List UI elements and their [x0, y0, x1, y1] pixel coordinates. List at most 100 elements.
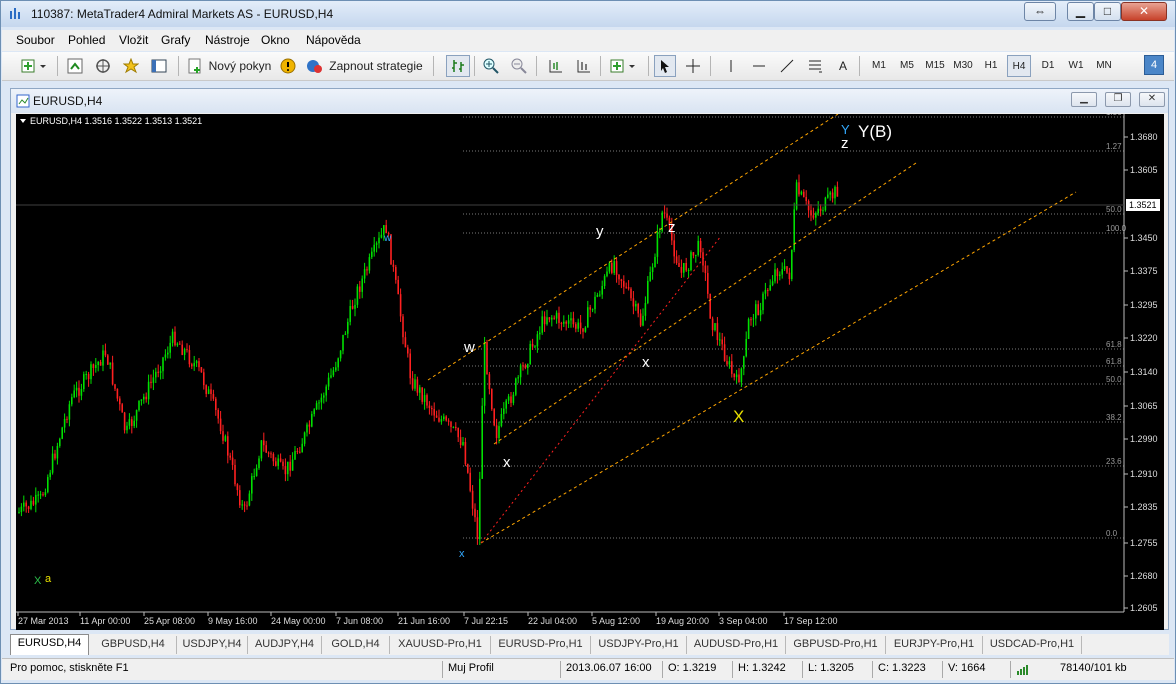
candle-body [27, 506, 30, 509]
zoom-in-icon[interactable] [480, 55, 502, 77]
text-tool-button[interactable]: A [832, 55, 854, 77]
crosshair-icon[interactable] [682, 55, 704, 77]
price-tick-label: 1.3605 [1130, 165, 1158, 175]
zoom-out-icon[interactable] [508, 55, 530, 77]
candle-body [56, 445, 59, 459]
candle-body [546, 317, 548, 325]
timeframe-d1[interactable]: D1 [1036, 55, 1060, 77]
candle-body [140, 399, 143, 401]
connection-icon [1017, 665, 1028, 675]
tab-audusd-pro-h1[interactable]: AUDUSD-Pro,H1 [687, 636, 786, 654]
candle-body [114, 384, 116, 389]
tab-usdcad-pro-h1[interactable]: USDCAD-Pro,H1 [983, 636, 1082, 654]
candle-body [483, 342, 486, 406]
market-watch-icon[interactable] [64, 55, 86, 77]
timeframe-h1[interactable]: H1 [979, 55, 1003, 77]
tab-gbpusd-h4[interactable]: GBPUSD,H4 [90, 636, 177, 654]
menu-napoveda[interactable]: Nápověda [306, 33, 361, 47]
status-profile[interactable]: Muj Profil [448, 662, 494, 674]
terminal-icon[interactable] [148, 55, 170, 77]
tab-usdjpy-pro-h1[interactable]: USDJPY-Pro,H1 [591, 636, 687, 654]
candle-body [227, 436, 229, 456]
tab-gbpusd-pro-h1[interactable]: GBPUSD-Pro,H1 [786, 636, 886, 654]
price-tick-label: 1.2605 [1130, 603, 1158, 613]
candle-body [150, 381, 152, 383]
candle-body [37, 494, 39, 496]
tab-xauusd-pro-h1[interactable]: XAUUSD-Pro,H1 [390, 636, 491, 654]
tab-eurusd-pro-h1[interactable]: EURUSD-Pro,H1 [491, 636, 591, 654]
auto-scroll-icon[interactable] [572, 55, 594, 77]
candle-body [138, 400, 140, 411]
chart-shift-icon[interactable] [544, 55, 566, 77]
candle-body [596, 295, 599, 297]
menu-grafy[interactable]: Grafy [161, 33, 190, 47]
menu-soubor[interactable]: Soubor [16, 33, 55, 47]
candle-body [315, 403, 318, 410]
restore-dual-icon[interactable]: ⇔ [1024, 2, 1056, 21]
maximize-button[interactable]: □ [1094, 2, 1121, 21]
price-chart[interactable]: 1.36 1.27 50.0 100.0 61.8 61.8 50.0 38.2 23.6 0.0… [16, 108, 1164, 630]
candle-body [39, 494, 42, 496]
navigator-icon[interactable] [92, 55, 114, 77]
menu-pohled[interactable]: Pohled [68, 33, 105, 47]
candle-body [351, 306, 354, 309]
menu-okno[interactable]: Okno [261, 33, 290, 47]
timeframe-h4[interactable]: H4 [1007, 55, 1031, 77]
candle-body [375, 243, 378, 245]
tab-eurusd-h4[interactable]: EURUSD,H4 [10, 634, 89, 655]
tab-usdjpy-h4[interactable]: USDJPY,H4 [177, 636, 248, 654]
candle-body [690, 252, 692, 271]
indicators-icon[interactable] [607, 55, 641, 77]
notification-badge[interactable]: 4 [1144, 55, 1164, 75]
favorites-icon[interactable] [120, 55, 142, 77]
candle-body [764, 289, 767, 294]
fib-level-label: 50.0 [1106, 205, 1122, 214]
candle-body [49, 472, 51, 478]
candle-body [378, 237, 380, 244]
chart-close-button[interactable]: ✕ [1139, 92, 1165, 107]
horizontal-line-icon[interactable] [748, 55, 770, 77]
menu-vlozit[interactable]: Vložit [119, 33, 148, 47]
candle-body [512, 394, 515, 403]
close-button[interactable]: ✕ [1121, 2, 1167, 21]
timeframe-w1[interactable]: W1 [1064, 55, 1088, 77]
price-chart-canvas: 1.36 1.27 50.0 100.0 61.8 61.8 50.0 38.2 23.6 0.0… [16, 108, 1160, 626]
candle-body [164, 354, 167, 358]
new-chart-icon[interactable] [18, 55, 50, 77]
new-order-button[interactable]: Nový pokyn [185, 55, 273, 77]
candle-body [752, 318, 755, 320]
timeframe-mn[interactable]: MN [1092, 55, 1116, 77]
timeframe-m5[interactable]: M5 [895, 55, 919, 77]
fibonacci-icon[interactable] [804, 55, 826, 77]
menu-nastroje[interactable]: Nástroje [205, 33, 250, 47]
candle-body [157, 371, 159, 373]
cursor-icon[interactable] [654, 55, 676, 77]
bar-chart-icon[interactable] [446, 55, 470, 77]
candle-body [479, 478, 481, 540]
candle-body [815, 213, 817, 218]
warning-icon[interactable] [277, 55, 299, 77]
candle-body [342, 334, 344, 351]
tab-eurjpy-pro-h1[interactable]: EURJPY-Pro,H1 [886, 636, 983, 654]
status-volume: V: 1664 [948, 662, 986, 674]
timeframe-m1[interactable]: M1 [867, 55, 891, 77]
candle-body [555, 312, 558, 319]
tab-audjpy-h4[interactable]: AUDJPY,H4 [248, 636, 322, 654]
tab-gold-h4[interactable]: GOLD,H4 [322, 636, 390, 654]
autotrading-button[interactable]: Zapnout strategie [303, 55, 425, 77]
candle-body [332, 370, 335, 376]
candle-body [311, 413, 313, 427]
vertical-line-icon[interactable] [720, 55, 742, 77]
candle-body [371, 251, 373, 258]
minimize-button[interactable]: ▁ [1067, 2, 1094, 21]
timeframe-m15[interactable]: M15 [923, 55, 947, 77]
candle-body [44, 492, 47, 496]
trend-line-icon[interactable] [776, 55, 798, 77]
chart-minimize-button[interactable]: ▁ [1071, 92, 1097, 107]
candle-body [584, 327, 587, 332]
timeframe-m30[interactable]: M30 [951, 55, 975, 77]
candle-body [599, 294, 601, 296]
chart-restore-button[interactable]: ❐ [1105, 92, 1131, 107]
menu-bar: Soubor Pohled Vložit Grafy Nástroje Okno… [2, 30, 1174, 51]
candle-body [447, 420, 450, 422]
